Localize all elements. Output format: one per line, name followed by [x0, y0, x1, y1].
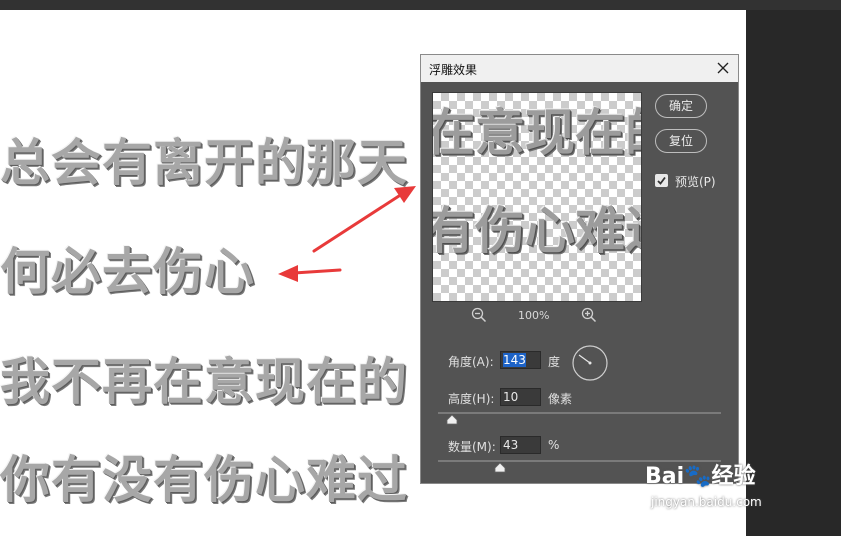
reset-button[interactable]: 复位: [655, 129, 707, 153]
preview-checkbox[interactable]: [655, 174, 668, 187]
watermark-url: jingyan.baidu.com: [651, 495, 762, 509]
zoom-in-icon[interactable]: [581, 307, 597, 323]
ok-button[interactable]: 确定: [655, 94, 707, 118]
amount-label: 数量(M):: [448, 440, 496, 454]
emboss-dialog: 浮雕效果 在意现在的 有伤心难过 确定 复位 预览(P) 100%: [420, 54, 739, 484]
amount-input[interactable]: 43: [500, 436, 541, 454]
height-slider-thumb[interactable]: [446, 415, 458, 425]
zoom-level: 100%: [518, 309, 550, 322]
arrow-to-preview: [312, 186, 416, 253]
amount-unit: %: [548, 438, 560, 452]
angle-label: 角度(A):: [448, 355, 494, 369]
dialog-titlebar[interactable]: 浮雕效果: [421, 55, 738, 82]
angle-input[interactable]: 143: [500, 351, 541, 369]
zoom-controls: 100%: [471, 307, 601, 325]
angle-dial-icon[interactable]: [571, 344, 609, 382]
close-icon: [717, 62, 729, 74]
zoom-out-icon[interactable]: [471, 307, 487, 323]
angle-unit: 度: [548, 355, 561, 369]
height-unit: 像素: [548, 392, 573, 406]
height-value: 10: [503, 390, 519, 404]
preview-text-line-2: 有伤心难过: [432, 202, 641, 260]
filter-preview[interactable]: 在意现在的 有伤心难过: [432, 92, 642, 302]
check-icon: [657, 176, 666, 185]
preview-text-line-1: 在意现在的: [432, 104, 641, 162]
amount-value: 43: [503, 438, 519, 452]
height-label: 高度(H):: [448, 392, 495, 406]
height-slider[interactable]: [438, 412, 721, 414]
watermark-brand: Bai🐾经验: [645, 464, 756, 489]
preview-label: 预览(P): [675, 175, 716, 189]
close-button[interactable]: [708, 55, 738, 82]
baidu-jingyan-watermark: Bai🐾经验 jingyan.baidu.com: [645, 443, 841, 513]
dialog-title: 浮雕效果: [429, 63, 478, 77]
height-input[interactable]: 10: [500, 388, 541, 406]
amount-slider-thumb[interactable]: [494, 463, 506, 473]
angle-value: 143: [503, 353, 526, 367]
arrow-to-text: [278, 265, 342, 282]
